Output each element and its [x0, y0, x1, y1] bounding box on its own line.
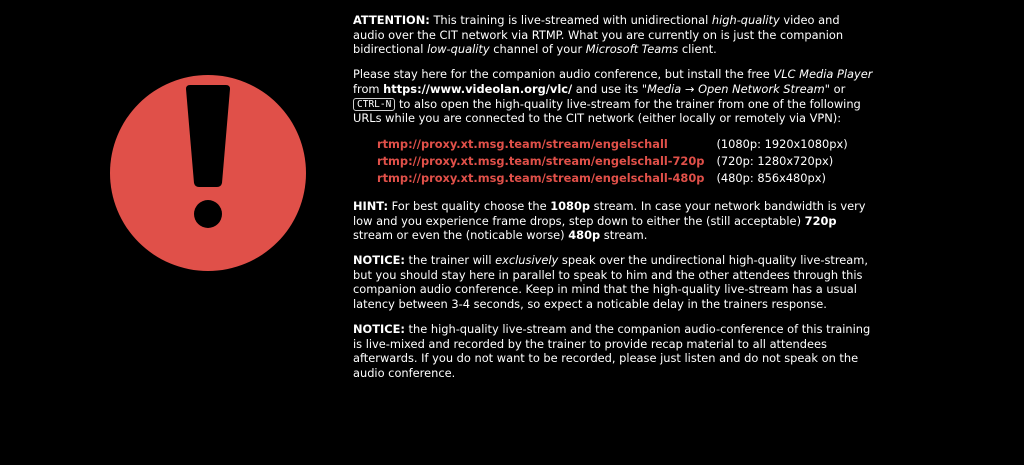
hint-label: HINT: — [353, 198, 389, 213]
stream-resolution: (480p: 856x480px) — [716, 171, 826, 186]
notice-label: NOTICE: — [353, 253, 405, 268]
stream-url-list: rtmp://proxy.xt.msg.team/stream/engelsch… — [377, 136, 848, 187]
install-paragraph: Please stay here for the companion audio… — [353, 67, 873, 126]
stream-instructions: ATTENTION: This training is live-streame… — [353, 13, 873, 391]
stream-resolution: (720p: 1280x720px) — [716, 154, 834, 169]
exclamation-mark-icon — [186, 85, 230, 228]
hint-paragraph: HINT: For best quality choose the 1080p … — [353, 198, 866, 243]
attention-label: ATTENTION: — [353, 13, 430, 27]
stream-url-link[interactable]: rtmp://proxy.xt.msg.team/stream/engelsch… — [377, 153, 716, 170]
stream-resolution: (1080p: 1920x1080px) — [716, 137, 848, 152]
stream-row-720p: rtmp://proxy.xt.msg.team/stream/engelsch… — [377, 153, 848, 170]
ctrl-n-shortcut: CTRL-N — [353, 97, 396, 111]
stream-row-480p: rtmp://proxy.xt.msg.team/stream/engelsch… — [377, 170, 848, 187]
warning-icon — [110, 75, 306, 271]
notice-label: NOTICE: — [353, 321, 405, 336]
stream-url-link[interactable]: rtmp://proxy.xt.msg.team/stream/engelsch… — [377, 136, 716, 153]
stream-row-1080p: rtmp://proxy.xt.msg.team/stream/engelsch… — [377, 136, 848, 153]
vlc-download-link[interactable]: https://www.videolan.org/vlc/ — [383, 82, 572, 96]
stream-url-link[interactable]: rtmp://proxy.xt.msg.team/stream/engelsch… — [377, 170, 716, 187]
notice-paragraph-recording: NOTICE: the high-quality live-stream and… — [353, 321, 871, 380]
attention-paragraph: ATTENTION: This training is live-streame… — [353, 13, 844, 57]
notice-paragraph-latency: NOTICE: the trainer will exclusively spe… — [353, 253, 868, 312]
